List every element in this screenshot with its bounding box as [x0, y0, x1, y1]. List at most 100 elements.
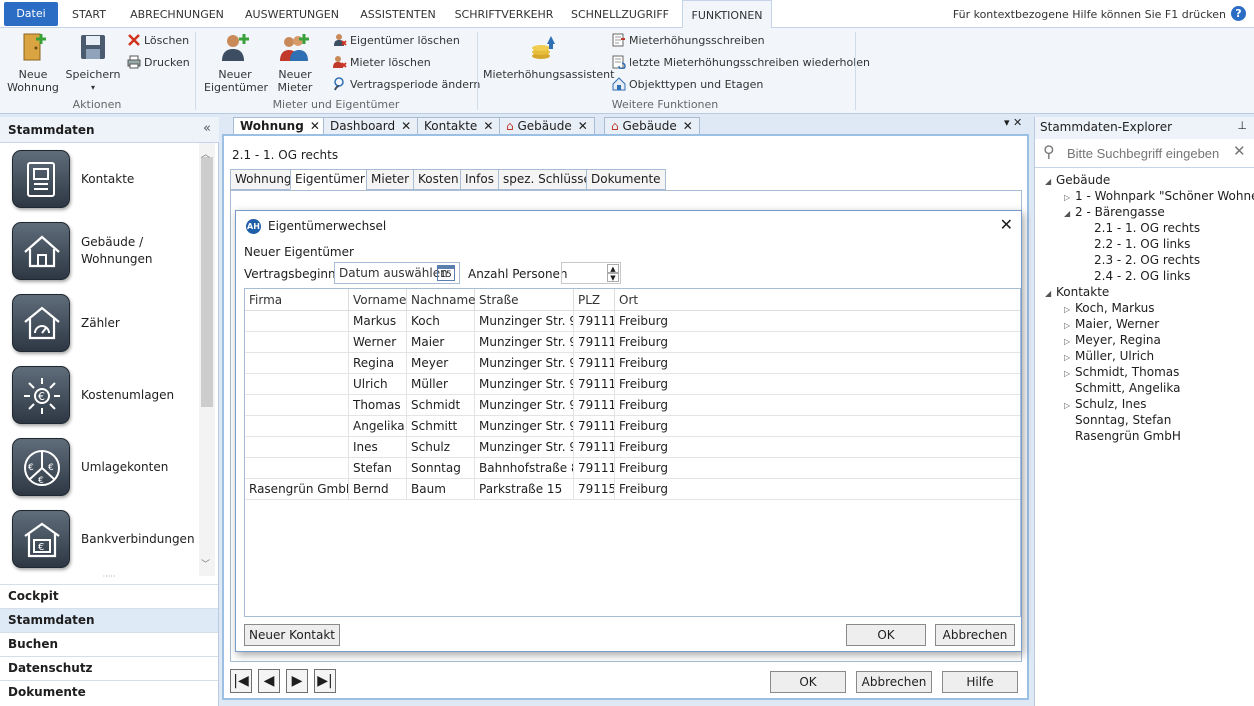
- mieterhoehungsassistent-button[interactable]: Mieterhöhungsassistent: [483, 32, 614, 81]
- vertragsperiode-button[interactable]: Vertragsperiode ändern: [333, 76, 480, 94]
- tree-node[interactable]: 2.3 - 2. OG rechts: [1083, 252, 1200, 268]
- close-icon[interactable]: ✕: [483, 119, 493, 133]
- scroll-up-icon[interactable]: ︿: [201, 147, 210, 160]
- tab-list-controls[interactable]: ▾ ✕: [1004, 116, 1022, 129]
- splitter-grip[interactable]: ·····: [0, 573, 218, 582]
- column-header-nachname[interactable]: Nachname: [407, 289, 476, 311]
- dialog-cancel-button[interactable]: Abbrechen: [935, 624, 1015, 646]
- tree-node[interactable]: 2.1 - 1. OG rechts: [1083, 220, 1201, 236]
- help-icon[interactable]: ?: [1231, 6, 1246, 21]
- tree-node[interactable]: 2.2 - 1. OG links: [1083, 236, 1190, 252]
- collapse-arrow-icon[interactable]: ◢: [1045, 174, 1056, 190]
- table-row[interactable]: Werner Maier Munzinger Str. 9 79111 Freiburg: [245, 332, 1020, 353]
- collapse-arrow-icon[interactable]: ◢: [1045, 286, 1056, 302]
- dialog-ok-button[interactable]: OK: [846, 624, 926, 646]
- table-row[interactable]: Thomas Schmidt Munzinger Str. 9 79111 Freibu…: [245, 395, 1020, 416]
- bottom-nav-datenschutz[interactable]: Datenschutz: [0, 656, 218, 680]
- help-button[interactable]: Hilfe: [942, 671, 1018, 693]
- bottom-nav-buchen[interactable]: Buchen: [0, 632, 218, 656]
- column-header-firma[interactable]: Firma: [245, 289, 349, 311]
- subtab-wohnung[interactable]: Wohnung: [230, 169, 297, 190]
- tab-funktionen[interactable]: FUNKTIONEN: [682, 0, 772, 29]
- left-panel-scroll-thumb[interactable]: [201, 157, 213, 407]
- clear-search-icon[interactable]: ✕: [1233, 142, 1246, 160]
- close-icon[interactable]: ✕: [401, 119, 411, 133]
- subtab-infos[interactable]: Infos: [460, 169, 499, 190]
- doc-tab-dashboard[interactable]: Dashboard ✕: [323, 117, 419, 135]
- doc-tab-gebaeude-1[interactable]: ⌂ Gebäude ✕: [499, 117, 595, 135]
- close-icon[interactable]: ✕: [310, 119, 320, 133]
- bottom-nav-cockpit[interactable]: Cockpit: [0, 584, 218, 608]
- date-picker-field[interactable]: Datum auswählen 15: [334, 262, 460, 284]
- neuer-kontakt-button[interactable]: Neuer Kontakt: [244, 624, 340, 646]
- subtab-kosten[interactable]: Kosten: [413, 169, 464, 190]
- bottom-nav-stammdaten[interactable]: Stammdaten: [0, 608, 218, 632]
- first-record-button[interactable]: |◀: [230, 669, 252, 693]
- nav-item-kontakte[interactable]: Kontakte: [10, 148, 200, 212]
- table-row[interactable]: Markus Koch Munzinger Str. 9 79111 Freiburg: [245, 311, 1020, 332]
- table-row[interactable]: Angelika Schmitt Munzinger Str. 9 79111 Frei…: [245, 416, 1020, 437]
- eigentuemer-loeschen-button[interactable]: Eigentümer löschen: [333, 32, 460, 50]
- table-row[interactable]: Ulrich Müller Munzinger Str. 9 79111 Freibur…: [245, 374, 1020, 395]
- anzahl-personen-stepper[interactable]: ▲ ▼: [561, 262, 621, 284]
- tree-node[interactable]: Schmitt, Angelika: [1064, 380, 1180, 396]
- cancel-button[interactable]: Abbrechen: [856, 671, 932, 693]
- ok-button[interactable]: OK: [770, 671, 846, 693]
- scroll-down-icon[interactable]: ﹀: [201, 557, 210, 570]
- subtab-spez-schluessel[interactable]: spez. Schlüssel: [498, 169, 600, 190]
- letzte-wiederholen-button[interactable]: letzte Mieterhöhungsschreiben wiederhole…: [612, 54, 870, 72]
- nav-item-umlagekonten[interactable]: € € € Umlagekonten: [10, 436, 200, 500]
- pin-icon[interactable]: ⊥: [1237, 119, 1247, 132]
- last-record-button[interactable]: ▶|: [314, 669, 336, 693]
- tab-auswertungen[interactable]: AUSWERTUNGEN: [240, 0, 344, 28]
- neuer-eigentuemer-button[interactable]: Neuer Eigentümer: [201, 32, 269, 94]
- nav-item-bankverbindungen[interactable]: € Bankverbindungen: [10, 508, 200, 572]
- close-icon[interactable]: ✕: [578, 119, 588, 133]
- tab-schriftverkehr[interactable]: SCHRIFTVERKEHR: [450, 0, 558, 28]
- tab-datei[interactable]: Datei: [4, 2, 58, 26]
- tree-node[interactable]: 2.4 - 2. OG links: [1083, 268, 1190, 284]
- tab-start[interactable]: START: [66, 0, 112, 28]
- next-record-button[interactable]: ▶: [286, 669, 308, 693]
- tree-node[interactable]: Rasengrün GmbH: [1064, 428, 1181, 444]
- drucken-button[interactable]: Drucken: [127, 54, 190, 72]
- doc-tab-gebaeude-2[interactable]: ⌂ Gebäude ✕: [604, 117, 700, 135]
- tab-assistenten[interactable]: ASSISTENTEN: [354, 0, 442, 28]
- objekttypen-button[interactable]: Objekttypen und Etagen: [612, 76, 763, 94]
- speichern-button[interactable]: Speichern ▾: [64, 32, 122, 94]
- table-row[interactable]: Rasengrün GmbH Bernd Baum Parkstraße 15 7911…: [245, 479, 1020, 500]
- search-input[interactable]: [1067, 143, 1225, 163]
- nav-item-zaehler[interactable]: Zähler: [10, 292, 200, 356]
- previous-record-button[interactable]: ◀: [258, 669, 280, 693]
- subtab-dokumente[interactable]: Dokumente: [586, 169, 666, 190]
- subtab-mieter[interactable]: Mieter: [366, 169, 415, 190]
- close-icon[interactable]: ✕: [683, 119, 693, 133]
- column-header-strasse[interactable]: Straße: [475, 289, 574, 311]
- mieterhoehungsschreiben-button[interactable]: Mieterhöhungsschreiben: [612, 32, 765, 50]
- table-row[interactable]: Stefan Sonntag Bahnhofstraße 8 79111 Freibur…: [245, 458, 1020, 479]
- tree-node[interactable]: Sonntag, Stefan: [1064, 412, 1171, 428]
- column-header-vorname[interactable]: Vorname: [349, 289, 407, 311]
- tab-schnellzugriff[interactable]: SCHNELLZUGRIFF: [566, 0, 674, 28]
- collapse-panel-icon[interactable]: «: [203, 121, 211, 136]
- tab-abrechnungen[interactable]: ABRECHNUNGEN: [124, 0, 230, 28]
- subtab-eigentuemer[interactable]: Eigentümer: [290, 169, 370, 190]
- nav-item-kostenumlagen[interactable]: € Kostenumlagen: [10, 364, 200, 428]
- doc-tab-kontakte[interactable]: Kontakte ✕: [417, 117, 501, 135]
- column-header-ort[interactable]: Ort: [615, 289, 1020, 311]
- loeschen-button[interactable]: Löschen: [127, 32, 189, 50]
- nav-item-gebaeude[interactable]: Gebäude / Wohnungen: [10, 220, 200, 284]
- stepper-down-icon[interactable]: ▼: [607, 273, 619, 282]
- stepper-up-icon[interactable]: ▲: [607, 264, 619, 273]
- close-icon[interactable]: ✕: [1000, 215, 1013, 234]
- table-row[interactable]: Ines Schulz Munzinger Str. 9 79111 Freiburg: [245, 437, 1020, 458]
- calendar-icon[interactable]: 15: [437, 265, 455, 281]
- neuer-mieter-button[interactable]: Neuer Mieter: [270, 32, 320, 94]
- neue-wohnung-button[interactable]: Neue Wohnung: [4, 32, 62, 94]
- doc-tab-wohnung[interactable]: Wohnung ✕: [233, 117, 327, 135]
- table-row[interactable]: Regina Meyer Munzinger Str. 9 79111 Freiburg: [245, 353, 1020, 374]
- mieter-loeschen-button[interactable]: Mieter löschen: [333, 54, 431, 72]
- bottom-nav-dokumente[interactable]: Dokumente: [0, 680, 218, 704]
- column-header-plz[interactable]: PLZ: [574, 289, 615, 311]
- collapse-arrow-icon[interactable]: ◢: [1064, 206, 1075, 222]
